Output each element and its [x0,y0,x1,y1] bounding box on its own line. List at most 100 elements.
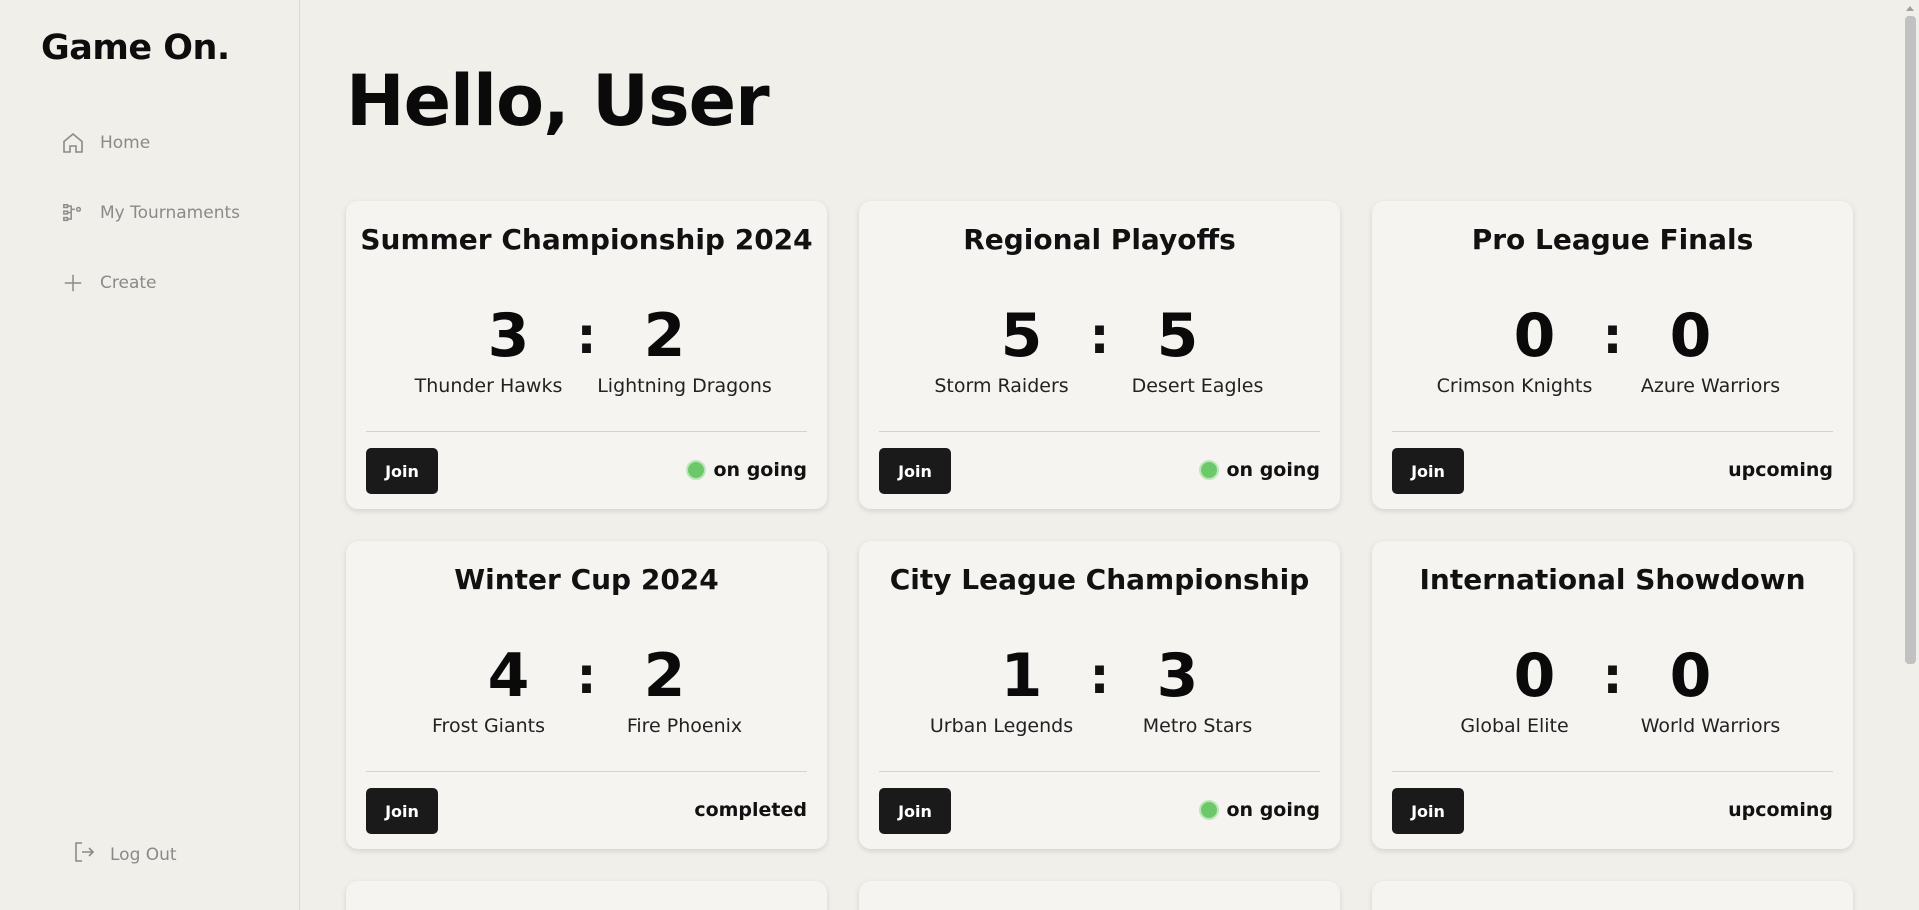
score-team-b: 0 [1669,641,1712,711]
score-team-b: 0 [1669,301,1712,371]
plus-icon [60,270,86,296]
score-team-a: 0 [1513,641,1556,711]
score-team-b: 5 [1156,301,1199,371]
divider [366,431,807,432]
live-dot-icon [685,460,706,480]
tournament-card: Winter Cup 2024 4 : 2 Frost Giants Fire … [346,541,827,849]
tournament-title: Pro League Finals [1471,223,1754,256]
status-badge: upcoming [1728,799,1833,821]
sidebar: Game On. Home My Tournaments Create Log … [0,0,300,910]
score-team-a: 4 [487,641,530,711]
divider [879,431,1320,432]
team-a-name: Urban Legends [929,715,1074,737]
join-button[interactable]: Join [879,448,951,494]
app-root: Game On. Home My Tournaments Create Log … [0,0,1919,910]
team-b-name: Metro Stars [1142,715,1253,737]
status-badge: upcoming [1728,459,1833,481]
score-team-b: 2 [643,641,686,711]
status-label: upcoming [1728,459,1833,481]
logout-button[interactable]: Log Out [72,840,177,869]
tournament-card: Summer Championship 2024 3 : 2 Thunder H… [346,201,827,509]
divider [1392,771,1833,772]
join-button[interactable]: Join [366,788,438,834]
team-b-name: World Warriors [1640,715,1781,737]
live-dot-icon [1198,800,1219,820]
page-title: Hello, User [346,60,770,142]
team-a-name: Thunder Hawks [414,375,563,397]
sidebar-item-create[interactable]: Create [60,270,157,296]
sidebar-item-label: Home [100,133,151,153]
status-label: upcoming [1728,799,1833,821]
status-label: completed [694,799,807,821]
scroll-up-arrow-icon[interactable] [1906,6,1914,11]
scrollbar[interactable] [1902,0,1919,910]
tournament-card: Pro League Finals 0 : 0 Crimson Knights … [1372,201,1853,509]
sidebar-item-label: Create [100,273,157,293]
join-button[interactable]: Join [1392,448,1464,494]
divider [1392,431,1833,432]
tournament-title: City League Championship [889,563,1310,596]
tournament-card: Regional Playoffs 5 : 5 Storm Raiders De… [859,201,1340,509]
score-separator: : [1089,307,1110,365]
tournament-card-partial [346,881,827,910]
score-separator: : [1089,647,1110,705]
tournament-title: International Showdown [1419,563,1806,596]
teams-row: Crimson Knights Azure Warriors [1372,375,1853,397]
tournament-title: Winter Cup 2024 [454,563,719,596]
score-team-a: 1 [1000,641,1043,711]
divider [366,771,807,772]
score-separator: : [576,307,597,365]
logout-label: Log Out [110,844,177,865]
tournament-title: Summer Championship 2024 [360,223,813,256]
teams-row: Frost Giants Fire Phoenix [346,715,827,737]
tournament-card: City League Championship 1 : 3 Urban Leg… [859,541,1340,849]
score-separator: : [1602,647,1623,705]
brand-logo: Game On. [41,28,230,68]
teams-row: Urban Legends Metro Stars [859,715,1340,737]
score-team-b: 2 [643,301,686,371]
team-a-name: Crimson Knights [1436,375,1593,397]
bracket-icon [60,200,86,226]
scrollbar-thumb[interactable] [1905,16,1916,664]
join-button[interactable]: Join [366,448,438,494]
score-separator: : [1602,307,1623,365]
status-label: on going [1226,459,1321,481]
status-badge: on going [685,459,808,481]
team-b-name: Lightning Dragons [597,375,772,397]
score-team-b: 3 [1156,641,1199,711]
team-b-name: Fire Phoenix [626,715,743,737]
team-a-name: Storm Raiders [934,375,1069,397]
join-button[interactable]: Join [879,788,951,834]
status-badge: completed [694,799,807,821]
live-dot-icon [1198,460,1219,480]
join-button[interactable]: Join [1392,788,1464,834]
status-label: on going [1226,799,1321,821]
tournament-card-partial [1372,881,1853,910]
score-row: 4 : 2 [346,641,827,711]
team-a-name: Global Elite [1460,715,1569,737]
sidebar-item-home[interactable]: Home [60,130,150,156]
score-team-a: 3 [487,301,530,371]
score-row: 1 : 3 [859,641,1340,711]
sidebar-item-my-tournaments[interactable]: My Tournaments [60,200,240,226]
teams-row: Global Elite World Warriors [1372,715,1853,737]
divider [879,771,1320,772]
score-row: 0 : 0 [1372,641,1853,711]
sidebar-item-label: My Tournaments [100,203,241,223]
score-team-a: 0 [1513,301,1556,371]
score-team-a: 5 [1000,301,1043,371]
team-b-name: Desert Eagles [1131,375,1264,397]
teams-row: Thunder Hawks Lightning Dragons [346,375,827,397]
score-row: 0 : 0 [1372,301,1853,371]
status-label: on going [713,459,808,481]
team-b-name: Azure Warriors [1640,375,1781,397]
team-a-name: Frost Giants [432,715,545,737]
score-separator: : [576,647,597,705]
tournament-grid: Summer Championship 2024 3 : 2 Thunder H… [346,201,1853,849]
logout-icon [72,840,96,869]
score-row: 5 : 5 [859,301,1340,371]
status-badge: on going [1198,459,1321,481]
tournament-card-partial [859,881,1340,910]
tournament-title: Regional Playoffs [963,223,1236,256]
teams-row: Storm Raiders Desert Eagles [859,375,1340,397]
